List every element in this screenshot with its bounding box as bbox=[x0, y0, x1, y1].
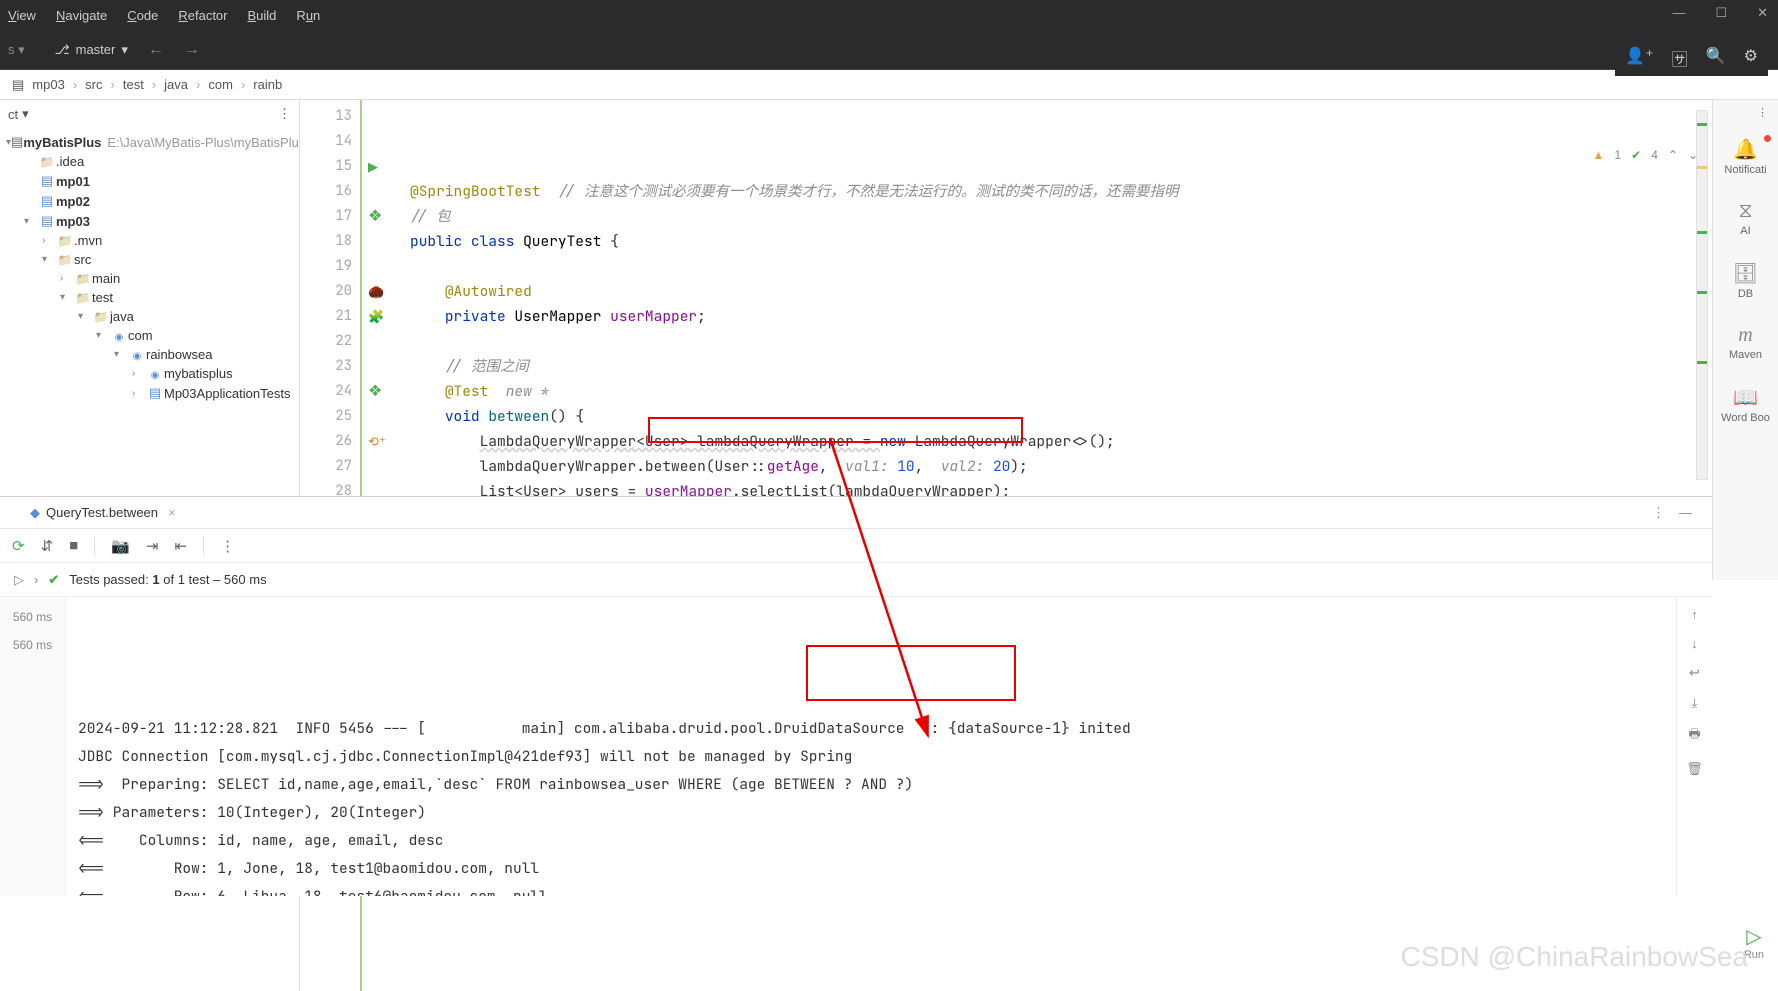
menu-view[interactable]: VViewiew bbox=[8, 8, 36, 23]
breadcrumb: ▤ mp03 › src › test › java › com › rainb bbox=[0, 70, 1778, 100]
warning-icon: ▲ bbox=[1593, 148, 1605, 162]
tree-item[interactable]: ▾mp03 bbox=[0, 211, 299, 231]
notifications-button[interactable]: 🔔 Notificati bbox=[1720, 125, 1770, 188]
tree-item[interactable]: mp02 bbox=[0, 191, 299, 211]
close-icon[interactable]: ✕ bbox=[1757, 5, 1768, 21]
crumb[interactable]: com bbox=[208, 77, 233, 92]
maximize-icon[interactable]: ☐ bbox=[1715, 5, 1727, 21]
main-menu-bar: VViewiew Navigate Code Refactor Build Ru… bbox=[0, 0, 1778, 30]
crumb-module-icon: ▤ bbox=[12, 77, 24, 93]
book-icon: 📖 bbox=[1721, 385, 1770, 410]
run-tab[interactable]: ◆ QueryTest.between × bbox=[20, 501, 186, 525]
bell-icon: 🔔 bbox=[1724, 137, 1766, 162]
crumb[interactable]: test bbox=[123, 77, 144, 92]
scroll-to-end-icon[interactable]: ⤓ bbox=[1692, 695, 1698, 711]
camera-icon[interactable]: 📷 bbox=[111, 537, 130, 555]
database-icon: 🗄 bbox=[1733, 261, 1758, 286]
maven-icon: m bbox=[1729, 324, 1762, 347]
menu-code[interactable]: Code bbox=[127, 8, 158, 23]
tree-item[interactable]: .idea bbox=[0, 152, 299, 171]
rerun-icon[interactable]: ⟳ bbox=[12, 537, 25, 555]
tree-item[interactable]: ▾rainbowsea bbox=[0, 345, 299, 364]
more-icon[interactable]: ⋮ bbox=[1652, 505, 1665, 521]
soft-wrap-icon[interactable]: ↩ bbox=[1689, 665, 1700, 681]
tests-passed-label: Tests passed: 1 of 1 test – 560 ms bbox=[69, 572, 266, 587]
vcs-branch[interactable]: master ▾ bbox=[55, 42, 128, 58]
menu-run[interactable]: Run bbox=[296, 8, 320, 23]
database-button[interactable]: 🗄 DB bbox=[1729, 249, 1762, 312]
annotation-box bbox=[806, 645, 1016, 701]
ai-icon: ⧖ bbox=[1738, 200, 1752, 223]
chevron-right-icon[interactable]: › bbox=[34, 572, 38, 587]
more-icon[interactable]: ⋮ bbox=[278, 106, 291, 122]
scroll-up-icon[interactable]: ↑ bbox=[1691, 607, 1698, 622]
crumb[interactable]: mp03 bbox=[32, 77, 65, 92]
chevron-down-icon: ▾ bbox=[121, 42, 128, 58]
settings-icon[interactable]: ⚙ bbox=[1744, 46, 1758, 70]
stop-icon[interactable]: ■ bbox=[69, 537, 78, 554]
close-tab-icon[interactable]: × bbox=[168, 505, 176, 520]
maven-button[interactable]: m Maven bbox=[1725, 312, 1766, 373]
run-floating-button[interactable]: ▷ Run bbox=[1744, 924, 1764, 961]
test-time-column: 560 ms 560 ms bbox=[0, 597, 66, 896]
tree-item[interactable]: ›Mp03ApplicationTests bbox=[0, 383, 299, 403]
check-icon: ✔ bbox=[1631, 148, 1641, 162]
crumb[interactable]: rainb bbox=[253, 77, 282, 92]
scroll-down-icon[interactable]: ↓ bbox=[1691, 636, 1698, 651]
run-history-icon[interactable]: ▷ bbox=[14, 572, 24, 588]
editor-scrollbar[interactable] bbox=[1696, 110, 1708, 480]
nav-forward-icon[interactable]: → bbox=[184, 41, 200, 59]
print-icon[interactable]: 🖶 bbox=[1688, 725, 1700, 747]
ai-button[interactable]: ⧖ AI bbox=[1734, 188, 1756, 249]
translate-icon[interactable]: 🈂 bbox=[1672, 46, 1688, 70]
tree-item[interactable]: ▾com bbox=[0, 326, 299, 345]
export-icon[interactable]: ⇥ bbox=[146, 537, 159, 555]
tree-item[interactable]: ▾test bbox=[0, 288, 299, 307]
project-root[interactable]: ▾▤myBatisPlusE:\Java\MyBatis-Plus\myBati… bbox=[0, 132, 299, 152]
tree-item[interactable]: ›main bbox=[0, 269, 299, 288]
menu-refactor[interactable]: Refactor bbox=[178, 8, 227, 23]
branch-icon bbox=[55, 42, 70, 58]
wordbook-button[interactable]: 📖 Word Boo bbox=[1717, 373, 1774, 436]
console-side-toolbar: ↑ ↓ ↩ ⤓ 🖶 🗑 bbox=[1676, 597, 1712, 896]
menu-navigate[interactable]: Navigate bbox=[56, 8, 107, 23]
import-icon[interactable]: ⇤ bbox=[174, 537, 187, 555]
search-icon[interactable]: 🔍 bbox=[1706, 46, 1726, 70]
clear-icon[interactable]: 🗑 bbox=[1686, 761, 1703, 777]
tree-item[interactable]: ▾src bbox=[0, 250, 299, 269]
right-tool-sidebar: ⋮ 🔔 Notificati ⧖ AI 🗄 DB m Maven 📖 Word … bbox=[1712, 100, 1778, 580]
run-toolbar: ⟳ ⇵ ■ 📷 ⇥ ⇤ ⋮ bbox=[0, 529, 1712, 563]
toggle-icon[interactable]: ⇵ bbox=[41, 537, 54, 555]
crumb[interactable]: src bbox=[85, 77, 102, 92]
minimize-panel-icon[interactable]: ― bbox=[1679, 505, 1692, 521]
test-config-icon: ◆ bbox=[30, 505, 40, 521]
tree-item[interactable]: ›.mvn bbox=[0, 231, 299, 250]
more-icon[interactable]: ⋮ bbox=[1747, 100, 1778, 125]
tests-passed-icon: ✔ bbox=[48, 572, 59, 588]
tree-item[interactable]: mp01 bbox=[0, 171, 299, 191]
nav-back-icon[interactable]: ← bbox=[148, 41, 164, 59]
menu-build[interactable]: Build bbox=[248, 8, 277, 23]
tree-item[interactable]: ▾java bbox=[0, 307, 299, 326]
tree-item[interactable]: ›mybatisplus bbox=[0, 364, 299, 383]
play-icon: ▷ bbox=[1744, 924, 1764, 949]
run-tool-window: ◆ QueryTest.between × ⋮ ― ⟳ ⇵ ■ 📷 ⇥ ⇤ ⋮ … bbox=[0, 496, 1712, 896]
console-output[interactable]: 2024-09-21 11:12:28.821 INFO 5456 --- [ … bbox=[66, 597, 1676, 896]
more-icon[interactable]: ⋮ bbox=[220, 537, 235, 555]
test-status-bar: ▷ › ✔ Tests passed: 1 of 1 test – 560 ms bbox=[0, 563, 1712, 597]
code-with-me-icon[interactable]: 👤⁺ bbox=[1625, 46, 1653, 70]
main-toolbar: s ▾ master ▾ ← → ↶ ↷ bbox=[0, 30, 1778, 70]
crumb[interactable]: java bbox=[164, 77, 188, 92]
minimize-icon[interactable]: ― bbox=[1672, 5, 1685, 21]
inspection-widget[interactable]: ▲1 ✔4 ⌃⌄ bbox=[1593, 148, 1698, 162]
annotation-box bbox=[648, 417, 1023, 443]
